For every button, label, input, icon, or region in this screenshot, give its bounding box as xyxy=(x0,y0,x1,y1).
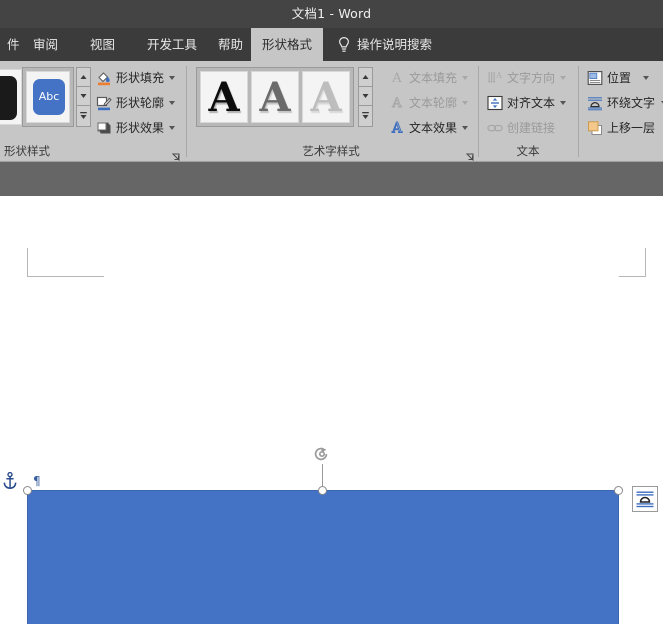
tab-developer[interactable]: 开发工具 xyxy=(140,28,204,61)
word-window: 文档1 - Word 件 审阅 视图 开发工具 帮助 形状格式 操作说明搜索 A… xyxy=(0,0,663,624)
align-text-icon xyxy=(487,95,503,111)
wordart-letter-2: A xyxy=(259,74,291,121)
svg-text:A: A xyxy=(391,121,403,137)
chevron-down-icon[interactable] xyxy=(359,87,372,106)
group-separator xyxy=(578,66,579,157)
text-direction-label: 文字方向 xyxy=(507,71,556,85)
scrollbar-band xyxy=(0,162,663,196)
rectangle-shape[interactable] xyxy=(27,490,619,624)
tab-review[interactable]: 审阅 xyxy=(26,28,65,61)
shape-styles-gallery[interactable]: Abc xyxy=(22,67,74,127)
object-anchor-icon xyxy=(3,471,17,490)
shape-style-gallery-item-selected[interactable]: Abc xyxy=(26,71,70,123)
align-text-label: 对齐文本 xyxy=(507,96,556,110)
layout-options-button[interactable] xyxy=(632,486,658,512)
tab-mailings[interactable]: 件 xyxy=(0,28,27,61)
wordart-letter-1: A xyxy=(208,74,240,121)
chevron-down-icon[interactable] xyxy=(169,101,175,105)
position-icon xyxy=(587,70,603,86)
svg-text:A: A xyxy=(495,71,502,80)
chevron-down-icon[interactable] xyxy=(462,76,468,80)
shape-fill-label: 形状填充 xyxy=(116,71,165,85)
group-label-shape-styles: 形状样式 xyxy=(4,144,50,158)
chevron-down-icon[interactable] xyxy=(169,76,175,80)
shape-styles-dialog-launcher[interactable] xyxy=(171,147,181,162)
text-fill-label: 文本填充 xyxy=(409,71,458,85)
chevron-down-icon[interactable] xyxy=(560,101,566,105)
ribbon-tab-strip: 件 审阅 视图 开发工具 帮助 形状格式 操作说明搜索 xyxy=(0,28,663,61)
text-fill-icon: A xyxy=(389,70,405,86)
wordart-letter-3: A xyxy=(310,74,342,121)
resize-handle-top-left[interactable] xyxy=(23,486,32,495)
wordart-gallery-item-2[interactable]: A xyxy=(251,71,299,123)
text-direction-icon: A xyxy=(487,70,503,86)
tell-me-search[interactable]: 操作说明搜索 xyxy=(357,28,432,61)
ribbon: Abc 形状填充 形状轮廓 形状效果 形状样式 A A A A 文本填充 A 文… xyxy=(0,61,663,162)
chevron-down-icon[interactable] xyxy=(462,126,468,130)
svg-text:A: A xyxy=(391,96,402,111)
tab-view[interactable]: 视图 xyxy=(83,28,122,61)
more-shape-styles-icon[interactable] xyxy=(77,106,90,125)
shape-style-swatch-dark xyxy=(0,76,17,120)
chevron-down-icon[interactable] xyxy=(560,76,566,80)
shape-fill-icon xyxy=(96,70,112,86)
chevron-up-icon[interactable] xyxy=(77,68,90,87)
paragraph-mark: ¶ xyxy=(33,474,41,488)
shape-outline-icon xyxy=(96,95,112,111)
shape-style-gallery-item-prev[interactable] xyxy=(0,69,22,125)
more-wordart-styles-icon[interactable] xyxy=(359,106,372,125)
group-label-wordart-styles: 艺术字样式 xyxy=(302,144,360,158)
margin-mark-top-left xyxy=(27,248,104,277)
shape-effects-icon xyxy=(96,120,112,136)
wrap-text-label: 环绕文字 xyxy=(607,96,656,110)
shape-styles-spinner[interactable] xyxy=(76,67,91,127)
wordart-styles-spinner[interactable] xyxy=(358,67,373,127)
margin-mark-top-right xyxy=(619,248,646,277)
chevron-down-icon[interactable] xyxy=(462,101,468,105)
chevron-down-icon[interactable] xyxy=(169,126,175,130)
tab-shape-format[interactable]: 形状格式 xyxy=(251,28,323,61)
wordart-styles-dialog-launcher[interactable] xyxy=(465,147,475,162)
svg-text:A: A xyxy=(391,71,402,86)
create-link-label: 创建链接 xyxy=(507,121,556,135)
wordart-styles-gallery[interactable]: A A A xyxy=(196,67,354,127)
shape-outline-label: 形状轮廓 xyxy=(116,96,165,110)
group-label-text: 文本 xyxy=(516,144,540,158)
wordart-gallery-item-1[interactable]: A xyxy=(200,71,248,123)
resize-handle-top-right[interactable] xyxy=(614,486,623,495)
shape-style-abc-preview: Abc xyxy=(33,79,65,115)
create-link-icon xyxy=(487,120,503,136)
chevron-up-icon[interactable] xyxy=(359,68,372,87)
title-bar: 文档1 - Word xyxy=(0,0,663,28)
text-effects-icon: A xyxy=(389,120,405,137)
lightbulb-icon xyxy=(336,36,352,54)
shape-effects-label: 形状效果 xyxy=(116,121,165,135)
text-effects-label: 文本效果 xyxy=(409,121,458,135)
bring-forward-icon xyxy=(587,120,603,136)
text-outline-label: 文本轮廓 xyxy=(409,96,458,110)
wrap-text-icon xyxy=(587,95,603,111)
window-title: 文档1 - Word xyxy=(291,6,372,21)
chevron-down-icon[interactable] xyxy=(643,76,649,80)
document-canvas[interactable]: ¶ xyxy=(0,196,663,624)
bring-forward-label: 上移一层 xyxy=(607,121,656,135)
wordart-gallery-item-3[interactable]: A xyxy=(302,71,350,123)
resize-handle-top-center[interactable] xyxy=(318,486,327,495)
tab-help[interactable]: 帮助 xyxy=(211,28,250,61)
chevron-down-icon[interactable] xyxy=(77,87,90,106)
rotate-handle[interactable] xyxy=(311,443,333,465)
position-label: 位置 xyxy=(607,71,632,85)
text-outline-icon: A xyxy=(389,95,405,112)
